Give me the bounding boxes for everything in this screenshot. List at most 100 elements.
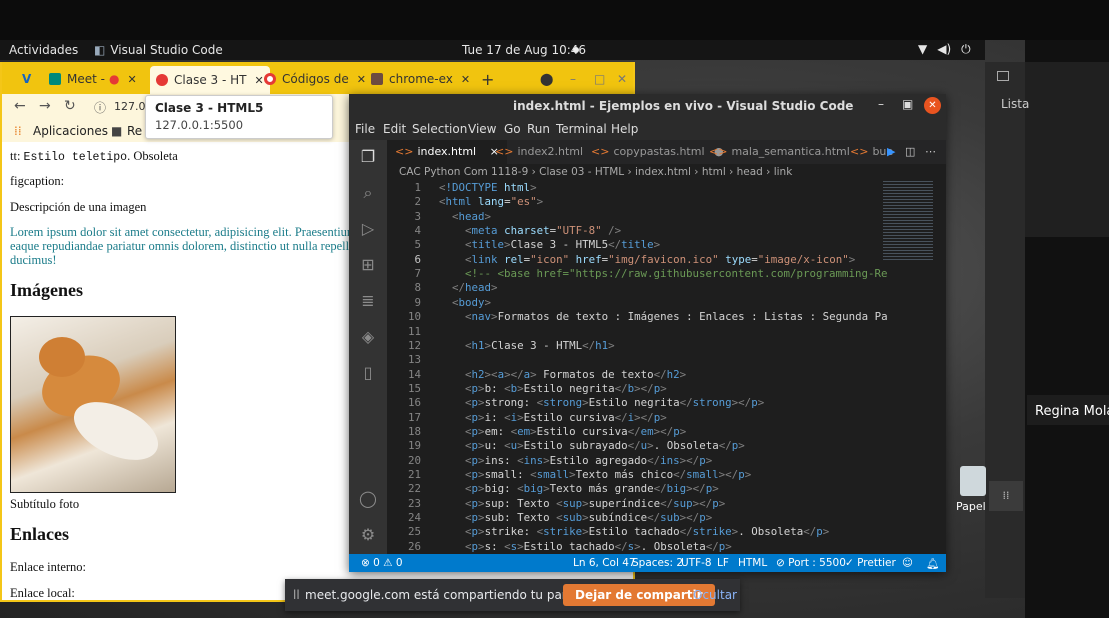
menu-view[interactable]: View [468, 122, 496, 136]
tab-chrome-ext[interactable]: chrome-ex ✕ [371, 68, 470, 90]
settings-gear-icon[interactable]: ⚙ [359, 526, 377, 544]
breadcrumb[interactable]: CAC Python Com 1118-9 › Clase 03 - HTML … [399, 166, 792, 178]
close-tab-icon[interactable]: ✕ [254, 74, 263, 87]
bookmark-folder[interactable]: Re [127, 124, 142, 138]
code-line[interactable]: <head> [439, 210, 491, 223]
indentation[interactable]: Spaces: 2 [632, 557, 683, 569]
menu-run[interactable]: Run [527, 122, 550, 136]
code-line[interactable]: <p>sup: Texto <sup>superíndice</sup></p> [439, 497, 725, 510]
code-line[interactable]: <meta charset="UTF-8" /> [439, 224, 621, 237]
new-tab-button[interactable]: + [481, 68, 494, 90]
end-of-line[interactable]: LF [717, 557, 729, 569]
code-line[interactable]: <link rel="icon" href="img/favicon.ico" … [439, 253, 855, 266]
bookmark-apps[interactable]: Aplicaciones [33, 124, 108, 138]
code-line[interactable]: <body> [439, 296, 491, 309]
close-tab-icon[interactable]: ✕ [127, 73, 136, 86]
tab-meet[interactable]: Meet - ● ✕ [49, 68, 137, 90]
close-window-icon[interactable]: ✕ [617, 68, 627, 90]
language-mode[interactable]: HTML [738, 557, 767, 569]
code-line[interactable]: <p>small: <small>Texto más chico</small>… [439, 468, 751, 481]
more-actions-icon[interactable]: ⋯ [917, 140, 944, 164]
reload-icon[interactable]: ↻ [64, 98, 76, 114]
tab-pinned[interactable]: V [22, 68, 31, 90]
code-line[interactable]: <p>u: <u>Estilo subrayado</u>. Obsoleta<… [439, 439, 745, 452]
code-line[interactable]: <p>i: <i>Estilo cursiva</i></p> [439, 411, 667, 424]
trash-icon[interactable] [960, 466, 986, 496]
menu-file[interactable]: File [355, 122, 375, 136]
cursor-position[interactable]: Ln 6, Col 47 [573, 557, 636, 569]
close-window-icon[interactable]: ✕ [924, 97, 941, 114]
close-tab-icon[interactable]: ✕ [461, 73, 470, 86]
editor-tabs: <> index.html × <> index2.html <> copypasta… [387, 140, 946, 164]
database-icon[interactable]: ≣ [359, 292, 377, 310]
minimap[interactable] [883, 181, 933, 261]
minimize-icon[interactable]: – [878, 97, 884, 111]
show-apps-icon[interactable]: ⁞⁞ [989, 481, 1023, 511]
back-icon[interactable]: ← [14, 98, 26, 114]
line-number: 9 [414, 295, 421, 309]
code-line[interactable]: <p>strong: <strong>Estilo negrita</stron… [439, 396, 764, 409]
line-number: 7 [414, 267, 421, 281]
code-line[interactable]: <!DOCTYPE html> [439, 181, 537, 194]
tab-index2-html[interactable]: <> index2.html [487, 140, 591, 164]
code-line[interactable]: <p>b: <b>Estilo negrita</b></p> [439, 382, 667, 395]
run-debug-icon[interactable]: ▷ [359, 220, 377, 238]
prettier-status[interactable]: ✓ Prettier [845, 557, 896, 569]
code-line[interactable]: <p>big: <big>Texto más grande</big></p> [439, 482, 719, 495]
code-line[interactable]: <p>ins: <ins>Estilo agregado</ins></p> [439, 454, 712, 467]
maximize-icon[interactable]: □ [594, 68, 605, 90]
minimize-icon[interactable]: – [570, 68, 576, 90]
account-icon[interactable]: ◯ [359, 490, 377, 508]
code-line[interactable]: <p>sub: Texto <sub>subíndice</sub></p> [439, 511, 712, 524]
clock[interactable]: Tue 17 de Aug 10:46 [462, 43, 586, 57]
system-tray[interactable]: ▼ ◀) ⏻ [918, 42, 971, 57]
explorer-icon[interactable]: ❐ [359, 148, 377, 166]
forward-icon[interactable]: → [39, 98, 51, 114]
tab-codigos[interactable]: Códigos de ✕ [264, 68, 366, 90]
app-menu[interactable]: ◧ Visual Studio Code [94, 43, 223, 57]
panel-toggle-icon[interactable] [997, 71, 1009, 81]
notifications-bell-icon[interactable]: 🔔︎ [926, 557, 939, 570]
menu-go[interactable]: Go [504, 122, 521, 136]
close-tab-icon[interactable]: ✕ [357, 73, 366, 86]
line-number: 8 [414, 281, 421, 295]
code-line[interactable]: <h2><a></a> Formatos de texto</h2> [439, 368, 686, 381]
extensions-icon[interactable]: ⊞ [359, 256, 377, 274]
code-line[interactable]: <nav>Formatos de texto : Imágenes : Enla… [439, 310, 888, 323]
line-number: 11 [407, 324, 421, 338]
problems-indicator[interactable]: ⊗ 0 ⚠ 0 [361, 557, 403, 569]
notification-dot [573, 47, 579, 53]
encoding[interactable]: UTF-8 [681, 557, 712, 569]
menu-help[interactable]: Help [611, 122, 638, 136]
tab-menu-icon[interactable]: ⬤ [540, 68, 553, 90]
docker-icon[interactable]: ◈ [359, 328, 377, 346]
line-number: 26 [407, 539, 421, 553]
code-line[interactable]: </head> [439, 281, 498, 294]
info-icon[interactable]: ⓘ [94, 99, 106, 116]
menu-terminal[interactable]: Terminal [556, 122, 607, 136]
tab-mala-semantica-html[interactable]: <> mala_semantica.html [701, 140, 858, 164]
menu-edit[interactable]: Edit [383, 122, 406, 136]
code-editor[interactable]: 1 <!DOCTYPE html> 2 <html lang="es"> 3 <head… [387, 181, 888, 554]
code-line[interactable]: <title>Clase 3 - HTML5</title> [439, 238, 660, 251]
notebook-icon[interactable]: ▯ [359, 364, 377, 382]
code-line[interactable]: <!-- <base href="https://raw.githubuserc… [439, 267, 888, 280]
maximize-icon[interactable]: ▣ [902, 97, 913, 111]
activities-button[interactable]: Actividades [9, 43, 78, 57]
meet-panel [1025, 62, 1109, 237]
code-line[interactable]: <p>strike: <strike>Estilo tachado</strik… [439, 525, 829, 538]
feedback-icon[interactable]: ☺ [902, 557, 913, 569]
search-icon[interactable]: ⌕ [359, 184, 377, 202]
menu-selection[interactable]: Selection [412, 122, 467, 136]
line-number: 23 [407, 496, 421, 510]
code-line[interactable]: <h1>Clase 3 - HTML</h1> [439, 339, 615, 352]
power-icon: ⏻ [961, 42, 971, 56]
hide-button[interactable]: Ocultar [693, 588, 737, 602]
live-server-port[interactable]: ⊘ Port : 5500 [776, 557, 846, 569]
code-line[interactable]: <p>s: <s>Estilo tachado</s>. Obsoleta</p… [439, 540, 732, 553]
vee-icon: V [22, 72, 32, 86]
code-line[interactable]: <p>em: <em>Estilo cursiva</em></p> [439, 425, 686, 438]
stop-sharing-button[interactable]: Dejar de compartir [563, 584, 715, 606]
code-line[interactable]: <html lang="es"> [439, 195, 543, 208]
tab-clase3[interactable]: Clase 3 - HT ✕ [150, 66, 270, 94]
